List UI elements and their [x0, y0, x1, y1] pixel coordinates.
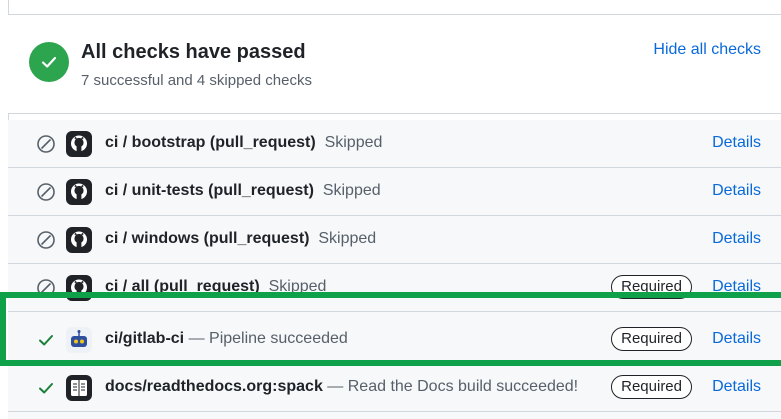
check-name: ci/gitlab-ci [105, 330, 185, 347]
check-status-text: Skipped [322, 182, 381, 199]
check-status-text: Skipped [318, 230, 377, 247]
skipped-icon [37, 231, 55, 249]
details-link[interactable]: Details [712, 134, 761, 152]
summary-title: All checks have passed [81, 41, 306, 63]
skipped-icon [37, 183, 55, 201]
check-row: ci/gitlab-ci — Pipeline succeeded Requir… [8, 316, 781, 364]
check-name: ci / all (pull_request) [105, 278, 260, 295]
details-link[interactable]: Details [712, 182, 761, 200]
required-badge: Required [611, 375, 692, 399]
check-row: ci / windows (pull_request) Skipped Deta… [8, 216, 781, 264]
check-name: ci / bootstrap (pull_request) [105, 134, 316, 151]
check-status-text: Skipped [324, 134, 383, 151]
details-link[interactable]: Details [712, 330, 761, 348]
summary-subtitle: 7 successful and 4 skipped checks [81, 72, 312, 89]
success-check-icon [39, 383, 53, 394]
check-text: ci / all (pull_request) Skipped [105, 278, 326, 296]
hide-all-checks-link[interactable]: Hide all checks [653, 41, 761, 59]
check-text: ci/gitlab-ci — Pipeline succeeded [105, 330, 348, 348]
check-name: ci / unit-tests (pull_request) [105, 182, 314, 199]
required-badge: Required [611, 327, 692, 351]
check-text: ci / unit-tests (pull_request) Skipped [105, 182, 381, 200]
check-row: ci / unit-tests (pull_request) Skipped D… [8, 168, 781, 216]
github-icon [66, 227, 92, 253]
checks-list: ci / bootstrap (pull_request) Skipped De… [8, 120, 781, 419]
check-row: docs/readthedocs.org:spack — Read the Do… [8, 364, 781, 412]
check-row: ci / bootstrap (pull_request) Skipped De… [8, 120, 781, 168]
details-link[interactable]: Details [712, 230, 761, 248]
github-icon [66, 275, 92, 301]
github-icon [66, 131, 92, 157]
success-check-icon [39, 335, 53, 346]
readthedocs-icon [66, 375, 92, 401]
check-status-text: — Pipeline succeeded [188, 330, 348, 347]
details-link[interactable]: Details [712, 278, 761, 296]
check-text: docs/readthedocs.org:spack — Read the Do… [105, 378, 578, 396]
check-status-text: — Read the Docs build succeeded! [327, 378, 579, 395]
details-link[interactable]: Details [712, 378, 761, 396]
check-name: ci / windows (pull_request) [105, 230, 310, 247]
skipped-icon [37, 135, 55, 153]
success-check-icon [29, 42, 69, 82]
check-status-text: Skipped [268, 278, 327, 295]
check-text: ci / bootstrap (pull_request) Skipped [105, 134, 382, 152]
check-text: ci / windows (pull_request) Skipped [105, 230, 376, 248]
check-row: ci / all (pull_request) Skipped Required… [8, 264, 781, 312]
required-badge: Required [611, 275, 692, 299]
github-icon [66, 179, 92, 205]
skipped-icon [37, 279, 55, 297]
check-name: docs/readthedocs.org:spack [105, 378, 323, 395]
gitlab-bot-icon [66, 327, 92, 353]
checks-summary: All checks have passed 7 successful and … [8, 15, 781, 114]
